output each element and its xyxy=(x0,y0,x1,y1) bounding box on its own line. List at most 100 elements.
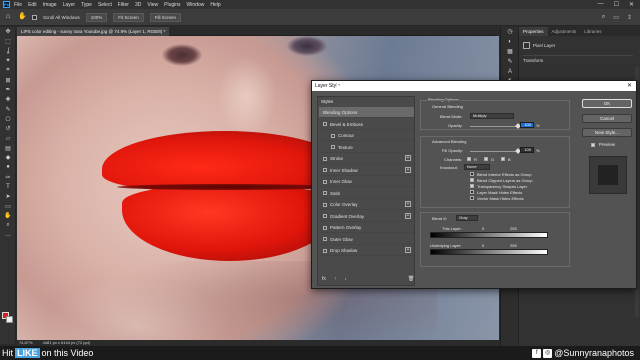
opacity-slider-track[interactable] xyxy=(470,126,520,127)
edit-toolbar-tool-icon[interactable]: … xyxy=(0,230,16,240)
opacity-input[interactable]: 100 xyxy=(520,122,534,128)
menu-select[interactable]: Select xyxy=(98,2,112,8)
background-color-swatch[interactable] xyxy=(6,316,13,323)
style-checkbox[interactable] xyxy=(323,202,327,207)
style-item-stroke[interactable]: Stroke + xyxy=(319,153,414,164)
lasso-tool-icon[interactable]: ʆ xyxy=(0,46,16,56)
minimize-icon[interactable]: — xyxy=(598,1,604,8)
style-item-bevel-emboss[interactable]: Bevel & Emboss xyxy=(319,119,414,130)
quick-select-tool-icon[interactable]: ✦ xyxy=(0,56,16,66)
advanced-checkbox[interactable] xyxy=(470,184,474,188)
style-checkbox[interactable] xyxy=(323,179,327,184)
menu-image[interactable]: Image xyxy=(43,2,57,8)
add-style-icon[interactable]: + xyxy=(405,166,411,173)
style-item-outer-glow[interactable]: Outer Glow xyxy=(319,234,414,245)
style-checkbox[interactable] xyxy=(323,191,327,196)
marquee-tool-icon[interactable]: ⬚ xyxy=(0,37,16,47)
menu-filter[interactable]: Filter xyxy=(118,2,129,8)
style-item-gradient-overlay[interactable]: Gradient Overlay + xyxy=(319,211,414,222)
style-item-color-overlay[interactable]: Color Overlay + xyxy=(319,199,414,210)
ok-button[interactable]: OK xyxy=(582,99,632,108)
type-tool-icon[interactable]: T xyxy=(0,182,16,192)
style-checkbox[interactable] xyxy=(323,168,327,173)
workspace-icon[interactable]: ▭ xyxy=(613,14,619,21)
tab-adjustments[interactable]: Adjustments xyxy=(548,27,581,36)
style-checkbox[interactable] xyxy=(323,122,327,127)
history-icon[interactable]: ◷ xyxy=(501,27,519,37)
move-up-icon[interactable]: ↑ xyxy=(334,276,337,282)
menu-edit[interactable]: Edit xyxy=(28,2,37,8)
cancel-button[interactable]: Cancel xyxy=(582,114,632,123)
path-select-tool-icon[interactable]: ➤ xyxy=(0,192,16,202)
style-item-pattern-overlay[interactable]: Pattern Overlay xyxy=(319,222,414,233)
blur-tool-icon[interactable]: ◆ xyxy=(0,153,16,163)
fill-opacity-slider-track[interactable] xyxy=(470,151,520,152)
frame-tool-icon[interactable]: ⊠ xyxy=(0,75,16,85)
add-style-icon[interactable]: + xyxy=(405,212,411,219)
pen-tool-icon[interactable]: ✑ xyxy=(0,172,16,182)
menu-3d[interactable]: 3D xyxy=(135,2,141,8)
style-item-inner-shadow[interactable]: Inner Shadow + xyxy=(319,165,414,176)
color-icon[interactable]: ◐ xyxy=(501,37,519,47)
brush-icon[interactable]: ✎ xyxy=(501,57,519,67)
style-checkbox[interactable] xyxy=(323,237,327,242)
preview-checkbox[interactable] xyxy=(591,143,595,147)
add-style-icon[interactable]: + xyxy=(405,201,411,207)
zoom-100-button[interactable]: 100% xyxy=(85,12,108,22)
menu-view[interactable]: View xyxy=(147,2,158,8)
style-checkbox[interactable] xyxy=(323,214,327,219)
maximize-icon[interactable]: ☐ xyxy=(614,1,619,8)
menu-help[interactable]: Help xyxy=(210,2,220,8)
trash-icon[interactable]: 🗑 xyxy=(408,276,414,282)
add-style-icon[interactable]: + xyxy=(405,155,411,161)
blend-mode-select[interactable]: Multiply xyxy=(470,113,514,119)
underlying-layer-gradient[interactable] xyxy=(430,249,548,255)
fx-icon[interactable]: fx xyxy=(322,276,326,282)
advanced-checkbox[interactable] xyxy=(470,190,474,194)
document-tab[interactable]: LIPS color editing - sunny rana Youtube.… xyxy=(17,27,170,36)
channel-b-checkbox[interactable] xyxy=(501,157,505,161)
style-checkbox[interactable] xyxy=(331,133,335,138)
fit-screen-button[interactable]: Fit Screen xyxy=(113,12,144,22)
healing-tool-icon[interactable]: ✚ xyxy=(0,95,16,105)
move-down-icon[interactable]: ↓ xyxy=(344,276,347,282)
zoom-tool-icon[interactable]: ⌕ xyxy=(0,221,16,231)
fill-opacity-input[interactable]: 100 xyxy=(520,147,534,153)
style-checkbox[interactable] xyxy=(323,225,327,230)
tab-libraries[interactable]: Libraries xyxy=(580,27,605,36)
style-item-blending-options[interactable]: Blending Options xyxy=(319,107,414,118)
crop-tool-icon[interactable]: ⌗ xyxy=(0,66,16,76)
character-icon[interactable]: A xyxy=(501,67,519,77)
style-item-drop-shadow[interactable]: Drop Shadow + xyxy=(319,245,414,256)
history-brush-tool-icon[interactable]: ↺ xyxy=(0,124,16,134)
advanced-checkbox[interactable] xyxy=(470,196,474,200)
clone-stamp-tool-icon[interactable]: ⎔ xyxy=(0,114,16,124)
share-icon[interactable]: ⇪ xyxy=(627,14,632,21)
tab-properties[interactable]: Properties xyxy=(519,27,548,36)
eyedropper-tool-icon[interactable]: ✒ xyxy=(0,85,16,95)
add-style-icon[interactable]: + xyxy=(405,247,411,253)
blend-if-select[interactable]: Gray xyxy=(456,215,478,221)
menu-window[interactable]: Window xyxy=(187,2,205,8)
menu-file[interactable]: File xyxy=(14,2,22,8)
move-tool-icon[interactable]: ✥ xyxy=(0,27,16,37)
hand-tool-icon[interactable]: ✋ xyxy=(18,13,27,21)
menu-layer[interactable]: Layer xyxy=(63,2,76,8)
home-icon[interactable]: ⌂ xyxy=(4,13,12,21)
channel-r-checkbox[interactable] xyxy=(467,157,471,161)
rectangle-tool-icon[interactable]: ▭ xyxy=(0,201,16,211)
close-icon[interactable]: ✕ xyxy=(627,81,632,91)
dodge-tool-icon[interactable]: ● xyxy=(0,163,16,173)
hand-tool-icon[interactable]: ✋ xyxy=(0,211,16,221)
transform-section-title[interactable]: Transform xyxy=(523,58,543,63)
close-window-icon[interactable]: ✕ xyxy=(629,1,634,8)
style-item-contour[interactable]: Contour xyxy=(319,130,414,141)
style-checkbox[interactable] xyxy=(323,156,327,161)
menu-type[interactable]: Type xyxy=(81,2,92,8)
style-checkbox[interactable] xyxy=(323,248,327,253)
style-item-texture[interactable]: Texture xyxy=(319,142,414,153)
brush-tool-icon[interactable]: ✎ xyxy=(0,105,16,115)
scroll-all-windows-checkbox[interactable] xyxy=(32,14,37,20)
this-layer-gradient[interactable] xyxy=(430,232,548,238)
gradient-tool-icon[interactable]: ▤ xyxy=(0,143,16,153)
